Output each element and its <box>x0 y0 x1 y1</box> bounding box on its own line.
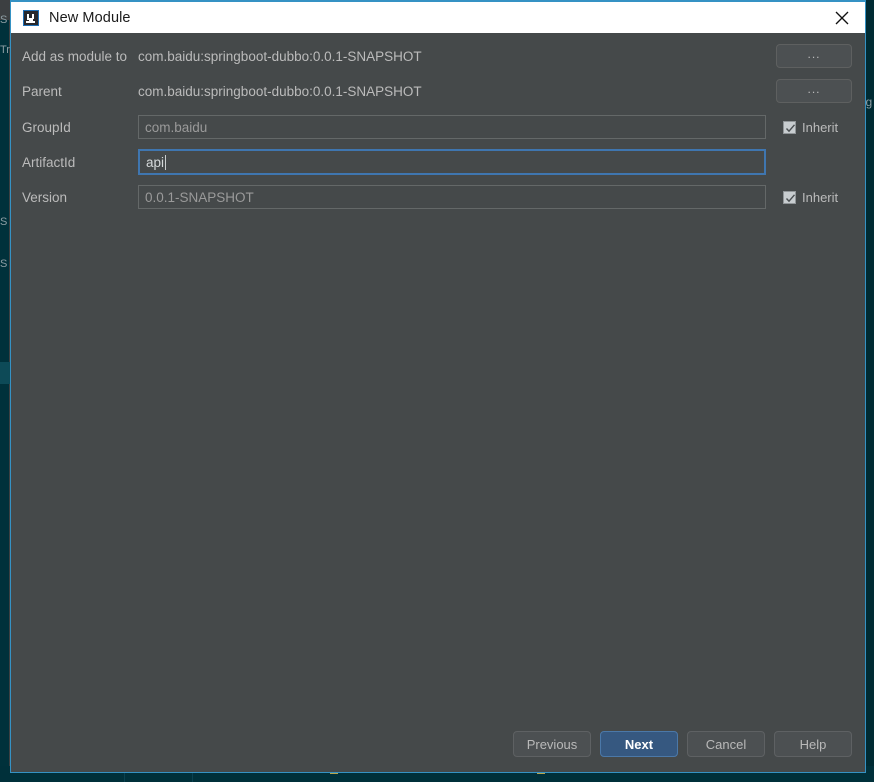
artifactid-input-value: api <box>146 154 165 170</box>
background-left-highlight <box>0 362 10 384</box>
groupid-input[interactable]: com.baidu <box>138 115 766 139</box>
next-button[interactable]: Next <box>600 731 678 757</box>
browse-button-parent[interactable]: ... <box>776 79 852 103</box>
checkmark-icon <box>783 190 796 204</box>
groupid-inherit-checkbox[interactable]: Inherit <box>783 120 838 135</box>
dialog-footer: Previous Next Cancel Help <box>11 716 865 772</box>
cancel-button[interactable]: Cancel <box>687 731 765 757</box>
checkmark-icon <box>783 120 796 134</box>
dialog-body: Add as module to com.baidu:springboot-du… <box>11 33 865 716</box>
label-add-as-module-to: Add as module to <box>22 48 128 64</box>
new-module-dialog: New Module Add as module to com.baidu:sp… <box>10 0 866 773</box>
label-parent: Parent <box>22 83 62 99</box>
label-groupid: GroupId <box>22 119 71 135</box>
label-version: Version <box>22 189 68 205</box>
value-parent: com.baidu:springboot-dubbo:0.0.1-SNAPSHO… <box>138 83 422 99</box>
groupid-inherit-label: Inherit <box>802 119 839 135</box>
artifactid-input[interactable]: api <box>138 149 766 175</box>
row-artifactid: ArtifactId api <box>11 149 865 175</box>
value-add-as-module-to: com.baidu:springboot-dubbo:0.0.1-SNAPSHO… <box>138 48 422 64</box>
row-version: Version 0.0.1-SNAPSHOT Inherit <box>11 184 865 210</box>
close-icon[interactable] <box>819 2 865 33</box>
row-parent: Parent com.baidu:springboot-dubbo:0.0.1-… <box>11 78 865 104</box>
dialog-title: New Module <box>49 9 131 26</box>
version-input[interactable]: 0.0.1-SNAPSHOT <box>138 185 766 209</box>
row-add-as-module-to: Add as module to com.baidu:springboot-du… <box>11 43 865 69</box>
previous-button[interactable]: Previous <box>513 731 591 757</box>
label-artifactid: ArtifactId <box>22 154 76 170</box>
screen: S Tr S S / C ig New Module Add a <box>0 0 874 782</box>
background-left-gutter <box>0 20 9 782</box>
text-caret <box>165 154 167 170</box>
browse-button-add-as-module-to[interactable]: ... <box>776 44 852 68</box>
version-inherit-label: Inherit <box>802 189 839 205</box>
dialog-titlebar: New Module <box>11 2 865 33</box>
help-button[interactable]: Help <box>774 731 852 757</box>
row-groupid: GroupId com.baidu Inherit <box>11 114 865 140</box>
version-inherit-checkbox[interactable]: Inherit <box>783 190 838 205</box>
intellij-idea-icon <box>23 9 39 26</box>
